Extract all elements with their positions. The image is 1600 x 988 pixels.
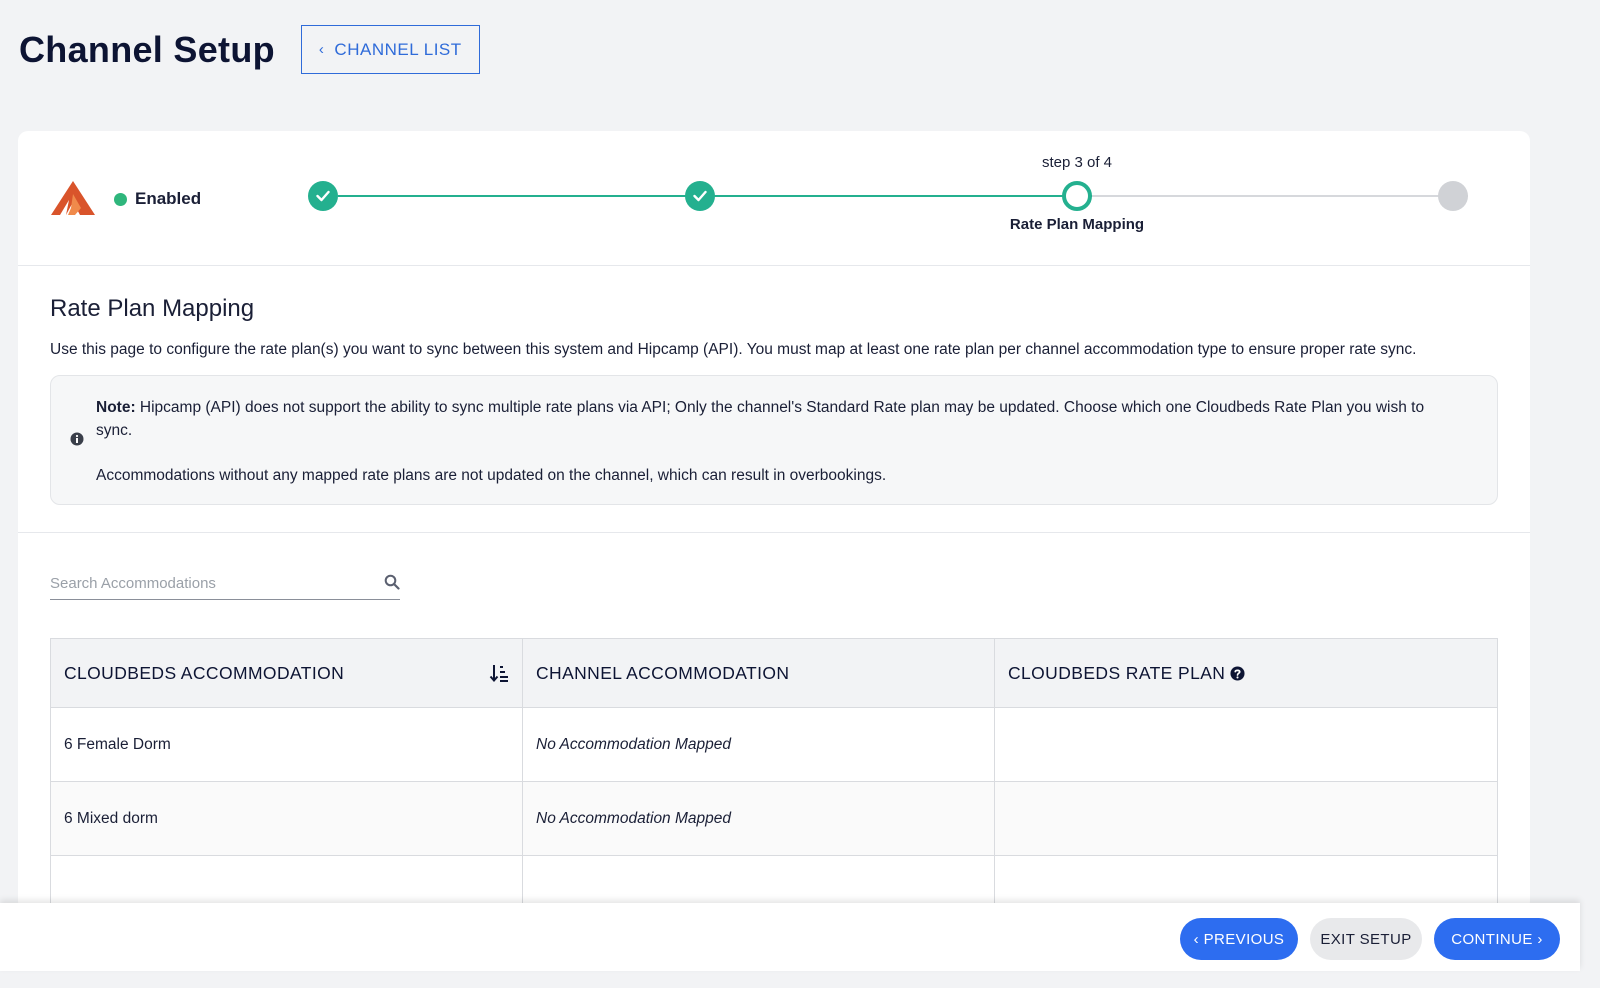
cell-rate-plan[interactable] xyxy=(994,781,1498,856)
accommodation-table: CLOUDBEDS ACCOMMODATION CHANNEL ACCOMMOD… xyxy=(50,638,1498,911)
step-connector xyxy=(338,195,715,197)
divider xyxy=(18,532,1530,533)
exit-setup-button[interactable]: EXIT SETUP xyxy=(1310,918,1422,960)
search-icon[interactable] xyxy=(384,574,400,590)
info-icon xyxy=(70,432,84,446)
cell-channel: No Accommodation Mapped xyxy=(522,707,995,782)
note-box: Note: Hipcamp (API) does not support the… xyxy=(50,375,1498,505)
column-header-label: CLOUDBEDS ACCOMMODATION xyxy=(64,662,345,683)
page-title: Channel Setup xyxy=(19,28,275,70)
section-title: Rate Plan Mapping xyxy=(50,295,255,322)
channel-list-label: CHANNEL LIST xyxy=(334,39,462,59)
check-icon xyxy=(316,190,330,202)
continue-button[interactable]: CONTINUE › xyxy=(1434,918,1560,960)
check-icon xyxy=(693,190,707,202)
current-step-name: Rate Plan Mapping xyxy=(1009,216,1145,233)
step-4[interactable] xyxy=(1438,181,1468,211)
help-icon[interactable] xyxy=(1230,665,1245,681)
step-2[interactable] xyxy=(685,181,715,211)
step-connector xyxy=(1092,195,1468,197)
sort-icon[interactable] xyxy=(489,663,509,683)
step-connector xyxy=(715,195,1092,197)
note-body: Hipcamp (API) does not support the abili… xyxy=(96,399,1425,439)
step-1[interactable] xyxy=(308,181,338,211)
cell-rate-plan[interactable] xyxy=(994,707,1498,782)
channel-list-button[interactable]: ‹ CHANNEL LIST xyxy=(300,25,480,74)
column-header-label: CLOUDBEDS RATE PLAN xyxy=(1008,662,1226,683)
chevron-left-icon: ‹ xyxy=(318,41,325,58)
cell-channel: No Accommodation Mapped xyxy=(522,781,995,856)
table-header-row: CLOUDBEDS ACCOMMODATION CHANNEL ACCOMMOD… xyxy=(50,638,1498,708)
step-caption: step 3 of 4 xyxy=(1041,154,1113,171)
table-row: 6 Mixed dorm No Accommodation Mapped xyxy=(50,781,1498,856)
footer-action-bar: ‹ PREVIOUS EXIT SETUP CONTINUE › xyxy=(0,903,1580,971)
status-stepper-row: Enabled step 3 of 4 Rate Plan Mapping xyxy=(18,131,1530,266)
column-header-channel: CHANNEL ACCOMMODATION xyxy=(522,638,995,708)
note-label: Note: xyxy=(96,399,136,416)
search-box xyxy=(50,567,400,600)
column-header-rate-plan: CLOUDBEDS RATE PLAN xyxy=(994,638,1498,708)
table-row: 6 Female Dorm No Accommodation Mapped xyxy=(50,707,1498,782)
column-header-label: CHANNEL ACCOMMODATION xyxy=(536,662,790,683)
setup-stepper: step 3 of 4 Rate Plan Mapping xyxy=(18,131,1530,266)
cell-accommodation: 6 Female Dorm xyxy=(50,707,523,782)
setup-card: Enabled step 3 of 4 Rate Plan Mapping Ra… xyxy=(18,131,1530,911)
note-warning: Accommodations without any mapped rate p… xyxy=(96,467,887,484)
section-description: Use this page to configure the rate plan… xyxy=(50,341,1417,358)
page-header: Channel Setup ‹ CHANNEL LIST xyxy=(19,25,480,74)
column-header-accommodation[interactable]: CLOUDBEDS ACCOMMODATION xyxy=(50,638,523,708)
rate-plan-section: Rate Plan Mapping Use this page to confi… xyxy=(18,295,1530,505)
search-input[interactable] xyxy=(50,567,400,599)
cell-accommodation: 6 Mixed dorm xyxy=(50,781,523,856)
note-text: Note: Hipcamp (API) does not support the… xyxy=(96,396,1459,442)
step-3-current[interactable] xyxy=(1062,181,1092,211)
previous-button[interactable]: ‹ PREVIOUS xyxy=(1180,918,1298,960)
